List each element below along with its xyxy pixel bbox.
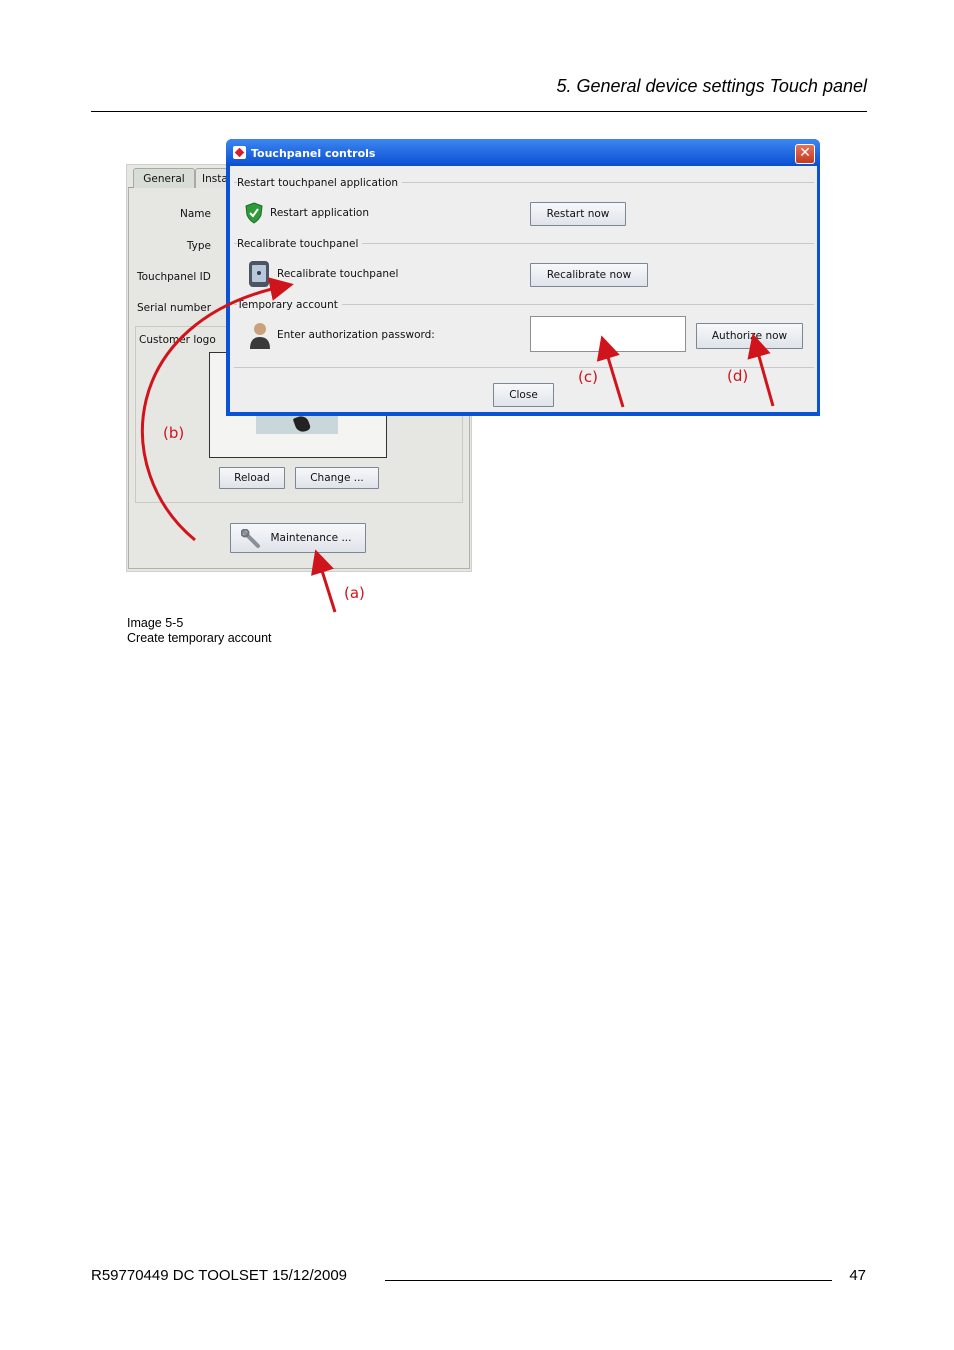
figure-caption: Create temporary account — [127, 631, 272, 645]
figure-number: Image 5-5 — [127, 616, 184, 630]
arrow-b — [141, 277, 294, 542]
page-number: 47 — [849, 1267, 866, 1284]
arrow-a — [311, 549, 337, 613]
annotation-label-a: (a) — [344, 584, 365, 602]
annotation-label-d: (d) — [727, 367, 749, 385]
annotation-label-c: (c) — [578, 368, 598, 386]
annotation-overlay — [141, 277, 775, 613]
arrow-d — [747, 333, 775, 407]
footer-rule — [385, 1280, 832, 1281]
annotation-label-b: (b) — [163, 424, 185, 442]
arrow-c — [596, 335, 625, 408]
footer-document-id: R59770449 DC TOOLSET 15/12/2009 — [91, 1267, 348, 1284]
